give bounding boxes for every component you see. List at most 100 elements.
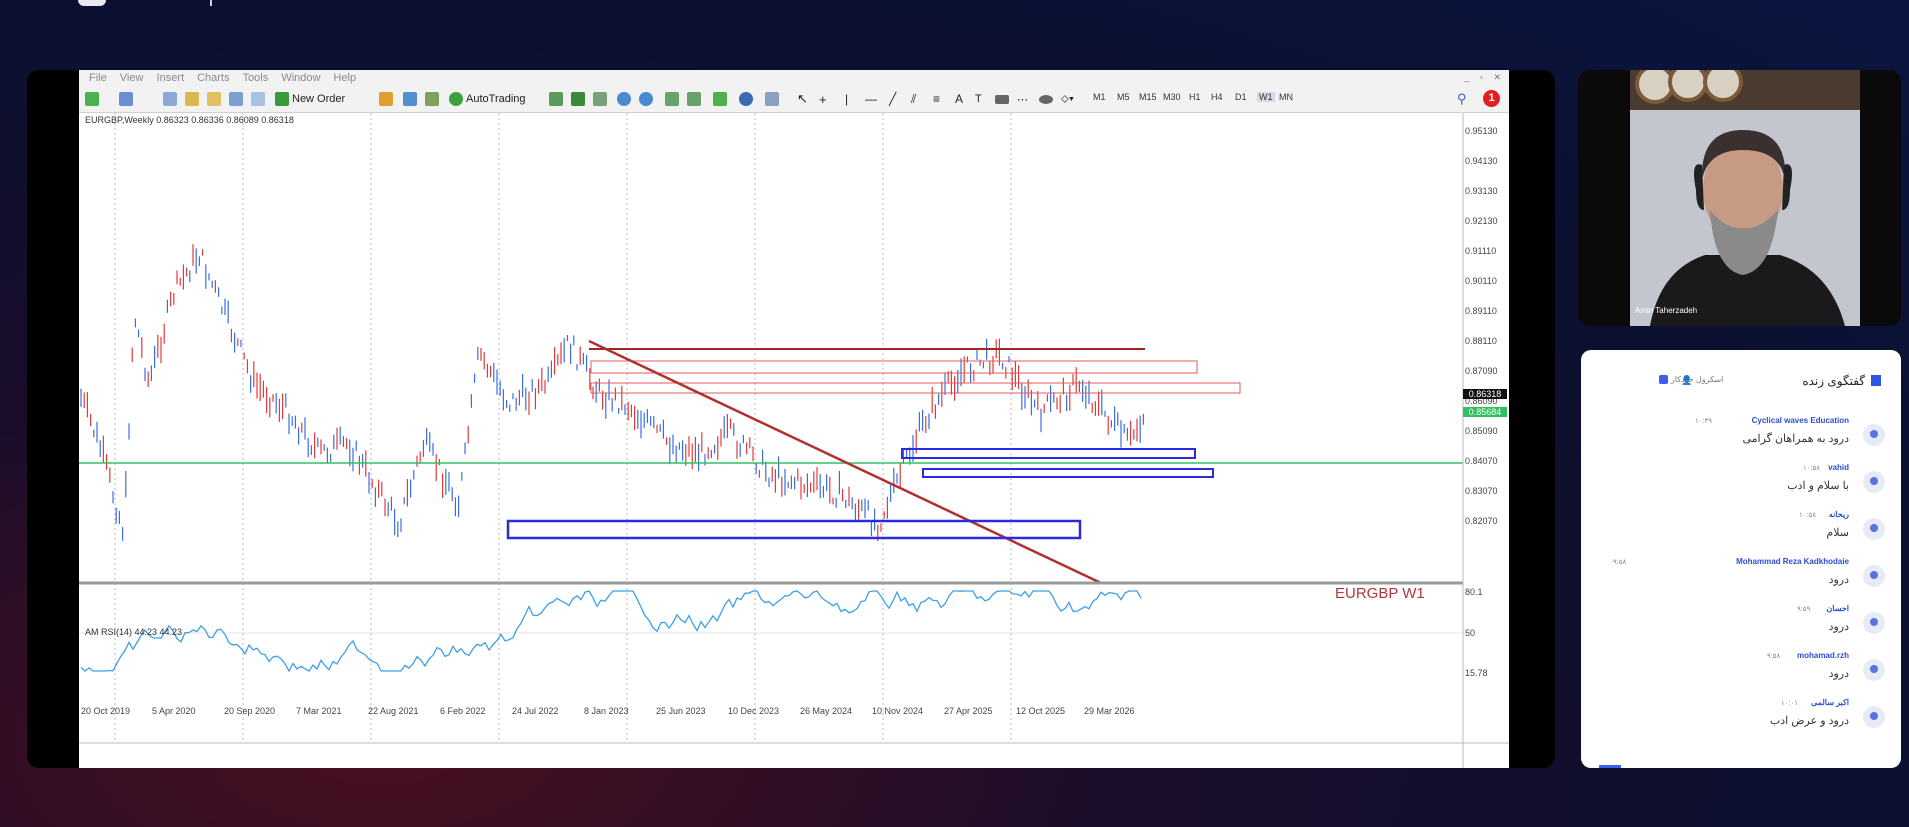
market-button[interactable] [425, 90, 439, 108]
indicators-button[interactable] [713, 90, 727, 108]
channel-tool[interactable]: ⫽ [911, 90, 916, 108]
date-label: 26 May 2024 [800, 706, 853, 716]
message-sender: vahid [1828, 463, 1849, 472]
support-zone-upper[interactable] [901, 448, 1196, 459]
label-tool[interactable]: T [975, 90, 982, 108]
auto-scroll-label: اسکرول خودکار [1671, 375, 1724, 384]
user-avatar-icon [1863, 424, 1885, 446]
new-chart-button[interactable] [85, 90, 99, 108]
chart-area[interactable]: EURGBP,Weekly 0.86323 0.86336 0.86089 0.… [79, 113, 1509, 768]
price-label: 0.92130 [1465, 216, 1498, 226]
new-order-button[interactable]: New Order [275, 90, 345, 108]
fibonacci-tool[interactable]: ≡ [933, 90, 940, 108]
message-time: ۱۰:۵۸ [1799, 512, 1816, 519]
date-label: 10 Nov 2024 [872, 706, 924, 716]
navigator-button[interactable] [185, 90, 199, 108]
menu-insert[interactable]: Insert [157, 70, 185, 86]
resistance-zone-upper[interactable] [590, 360, 1198, 374]
crosshair-tool[interactable]: + [819, 90, 827, 108]
chat-title: گفتگوی زنده [1802, 374, 1865, 388]
user-avatar-icon [1863, 659, 1885, 681]
candle-chart-button[interactable] [571, 90, 585, 108]
divider [210, 0, 212, 6]
zoom-out-button[interactable] [639, 90, 653, 108]
menu-window[interactable]: Window [281, 70, 320, 86]
trendline-tool[interactable]: ╱ [889, 90, 896, 108]
message-time: ۹:۵۹ [1797, 606, 1811, 613]
screen-share-panel: File View Insert Charts Tools Window Hel… [27, 70, 1555, 768]
user-avatar-icon [1863, 471, 1885, 493]
market-watch-button[interactable] [163, 90, 177, 108]
window-controls[interactable]: _ ▫ ✕ [1464, 72, 1505, 83]
menu-tools[interactable]: Tools [243, 70, 269, 86]
timeframe-m15[interactable]: M15 [1139, 92, 1157, 102]
price-chart [79, 113, 1509, 768]
ellipse-tool[interactable] [1039, 90, 1053, 108]
timeframe-w1[interactable]: W1 [1257, 92, 1275, 102]
message-time: ۱۰:۳۹ [1695, 418, 1712, 425]
price-label: 0.95130 [1465, 126, 1498, 136]
chat-message: Mohammad Reza Kadkhodaie ۹:۵۸ درود [1585, 557, 1885, 601]
message-sender: اکبر سالمی [1811, 698, 1849, 707]
date-label: 6 Feb 2022 [440, 706, 486, 716]
auto-scroll-button[interactable] [687, 90, 701, 108]
price-label: 0.83070 [1465, 486, 1498, 496]
terminal-button[interactable] [229, 90, 243, 108]
symbol-label: EURGBP W1 [1335, 585, 1425, 602]
text-tool[interactable]: A [955, 90, 963, 108]
rsi-label: 15.78 [1465, 668, 1488, 678]
zoom-in-button[interactable] [617, 90, 631, 108]
timeframe-h4[interactable]: H4 [1211, 92, 1223, 102]
message-text: درود و عرض ادب [1769, 715, 1849, 727]
rectangle-tool[interactable] [995, 90, 1009, 108]
top-bar [0, 0, 1909, 16]
periods-button[interactable] [739, 90, 753, 108]
autotrading-icon [449, 92, 463, 106]
templates-button[interactable] [765, 90, 779, 108]
timeframe-d1[interactable]: D1 [1235, 92, 1247, 102]
descending-trendline[interactable] [588, 339, 1102, 585]
line-chart-button[interactable] [593, 90, 607, 108]
message-time: ۱۰:۵۸ [1803, 465, 1820, 472]
horizontal-line-tool[interactable]: — [865, 90, 877, 108]
timeframe-m5[interactable]: M5 [1117, 92, 1130, 102]
rsi-header: AM RSI(14) 44.23 44.23 [85, 627, 183, 637]
date-label: 20 Oct 2019 [81, 706, 131, 716]
data-window-button[interactable] [207, 90, 221, 108]
chat-message: mohamad.rzh ۹:۵۸ درود [1585, 651, 1885, 695]
cursor-tool[interactable]: ↖ [797, 90, 808, 108]
bar-chart-button[interactable] [549, 90, 563, 108]
rsi-label: 50 [1465, 628, 1476, 638]
support-zone-middle[interactable] [922, 468, 1214, 478]
tester-icon [251, 92, 265, 106]
current-price-tag: 0.86318 [1463, 389, 1507, 399]
autotrading-button[interactable]: AutoTrading [449, 90, 526, 108]
metatrader-window: File View Insert Charts Tools Window Hel… [79, 70, 1509, 768]
chat-message: vahid ۱۰:۵۸ با سلام و ادب [1585, 463, 1885, 507]
search-button[interactable]: ⚲ [1457, 90, 1467, 108]
menu-help[interactable]: Help [334, 70, 357, 86]
vertical-line-tool[interactable]: | [845, 90, 848, 108]
strategy-tester-button[interactable] [251, 90, 265, 108]
timeframe-mn[interactable]: MN [1279, 92, 1293, 102]
signals-button[interactable] [403, 90, 417, 108]
metaeditor-icon [379, 92, 393, 106]
menu-charts[interactable]: Charts [197, 70, 229, 86]
auto-scroll-checkbox[interactable] [1659, 375, 1668, 384]
menu-file[interactable]: File [89, 70, 107, 86]
auto-scroll-icon [687, 92, 701, 106]
support-zone-lower[interactable] [506, 519, 1082, 540]
timeframe-m30[interactable]: M30 [1163, 92, 1181, 102]
objects-tool[interactable]: ⋯ [1017, 90, 1028, 108]
timeframe-h1[interactable]: H1 [1189, 92, 1201, 102]
timeframe-m1[interactable]: M1 [1093, 92, 1106, 102]
metaeditor-button[interactable] [379, 90, 393, 108]
alert-badge[interactable]: 1 [1483, 90, 1500, 107]
menu-view[interactable]: View [120, 70, 144, 86]
market-icon [425, 92, 439, 106]
shapes-dropdown[interactable]: ⬦▾ [1061, 90, 1074, 108]
message-sender: Mohammad Reza Kadkhodaie [1736, 557, 1849, 566]
price-label: 0.85090 [1465, 426, 1498, 436]
tile-windows-button[interactable] [665, 90, 679, 108]
profiles-button[interactable] [119, 90, 133, 108]
